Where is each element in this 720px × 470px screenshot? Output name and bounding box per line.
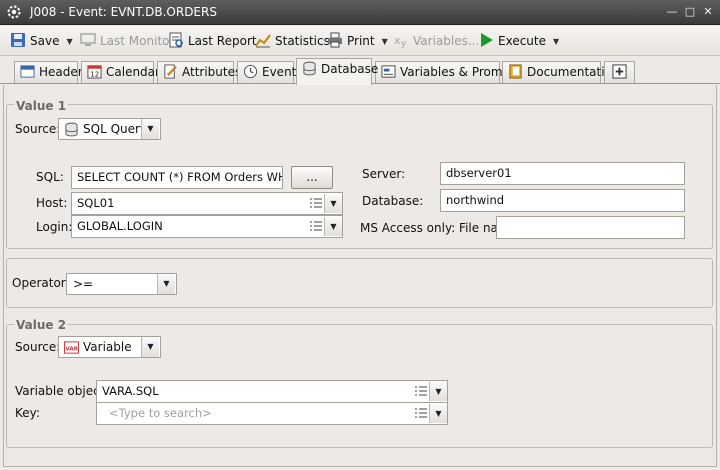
calendar-icon: 12 xyxy=(87,65,102,79)
printer-icon xyxy=(328,32,342,48)
variable-icon: VAR xyxy=(64,341,79,354)
database-icon xyxy=(65,122,78,137)
book-icon xyxy=(509,64,522,79)
clock-icon xyxy=(243,64,258,79)
chevron-down-icon[interactable]: ▼ xyxy=(382,32,388,52)
login-value: GLOBAL.LOGIN xyxy=(77,219,163,233)
last-monitor-button[interactable]: Last Monitor xyxy=(80,31,174,51)
operator-label: Operator: xyxy=(12,276,70,290)
login-combo[interactable]: GLOBAL.LOGIN ▼ xyxy=(71,215,343,238)
variables-button[interactable]: x y Variables... xyxy=(393,31,479,51)
tab-documentation[interactable]: Documentation xyxy=(502,61,620,83)
server-input[interactable]: dbserver01 xyxy=(440,162,685,185)
maximize-icon[interactable]: □ xyxy=(684,6,696,18)
variable-object-value: VARA.SQL xyxy=(102,384,159,398)
tab-event[interactable]: Event xyxy=(237,61,296,83)
plus-icon xyxy=(612,64,627,79)
svg-text:y: y xyxy=(401,39,407,48)
login-label: Login: xyxy=(36,220,73,234)
add-tab-button[interactable] xyxy=(604,61,635,83)
play-icon xyxy=(481,33,493,47)
ms-access-filename-input[interactable] xyxy=(496,216,685,239)
list-icon[interactable] xyxy=(310,220,322,232)
svg-text:VAR: VAR xyxy=(65,346,78,352)
value1-source-label: Source: xyxy=(15,122,61,136)
save-button[interactable]: Save ▼ xyxy=(10,31,73,51)
floppy-disk-icon xyxy=(11,33,25,47)
report-icon xyxy=(169,32,183,48)
sql-label: SQL: xyxy=(36,170,64,184)
window-title: J008 - Event: EVNT.DB.ORDERS xyxy=(30,5,217,19)
pencil-icon xyxy=(164,64,177,79)
list-icon[interactable] xyxy=(415,385,427,397)
close-icon[interactable]: ✕ xyxy=(702,6,714,18)
key-search-combo[interactable]: <Type to search> ▼ xyxy=(96,402,448,425)
chevron-down-icon[interactable]: ▼ xyxy=(324,194,342,213)
execute-button[interactable]: Execute ▼ xyxy=(478,31,559,51)
chart-icon xyxy=(255,34,271,48)
chevron-down-icon[interactable]: ▼ xyxy=(553,32,559,52)
host-label: Host: xyxy=(36,196,68,210)
chevron-down-icon[interactable]: ▼ xyxy=(429,382,447,401)
gear-icon xyxy=(7,5,21,19)
header-icon xyxy=(20,65,35,78)
svg-text:12: 12 xyxy=(90,70,99,79)
chevron-down-icon[interactable]: ▼ xyxy=(157,274,175,294)
value2-source-label: Source: xyxy=(15,340,61,354)
host-value: SQL01 xyxy=(77,196,115,210)
svg-text:x: x xyxy=(394,34,401,47)
list-icon[interactable] xyxy=(415,407,427,419)
key-label: Key: xyxy=(15,406,40,420)
database-input[interactable]: northwind xyxy=(440,189,685,212)
statistics-button[interactable]: Statistics xyxy=(255,31,330,51)
server-label: Server: xyxy=(362,167,406,181)
operator-select[interactable]: >= ▼ xyxy=(66,273,177,295)
value2-title: Value 2 xyxy=(14,318,69,332)
host-combo[interactable]: SQL01 ▼ xyxy=(71,192,343,215)
chevron-down-icon[interactable]: ▼ xyxy=(141,337,159,357)
chevron-down-icon[interactable]: ▼ xyxy=(324,217,342,236)
sql-edit-button[interactable]: ... xyxy=(291,166,333,189)
variables-icon: x y xyxy=(394,34,407,48)
minimize-icon[interactable]: — xyxy=(666,6,678,18)
variable-object-label: Variable object: xyxy=(15,384,109,398)
database-icon xyxy=(303,61,316,76)
chevron-down-icon[interactable]: ▼ xyxy=(429,404,447,423)
variables-prompts-icon xyxy=(381,65,396,78)
tab-database[interactable]: Database xyxy=(296,58,378,85)
database-label: Database: xyxy=(362,194,424,208)
print-button[interactable]: Print ▼ xyxy=(327,31,388,51)
value1-source-select[interactable]: SQL Query ▼ xyxy=(58,118,161,140)
tab-variables-prompts[interactable]: Variables & Prompts xyxy=(375,61,521,83)
tab-attributes[interactable]: Attributes xyxy=(157,61,241,83)
monitor-icon xyxy=(80,33,96,46)
sql-input[interactable]: SELECT COUNT (*) FROM Orders WHERE xyxy=(71,166,283,189)
toolbar: Save ▼ Last Monitor Last Report Statistic… xyxy=(0,26,720,56)
tab-calendar[interactable]: 12 Calendar xyxy=(81,61,160,83)
operator-value: >= xyxy=(73,277,94,291)
tab-header[interactable]: Header xyxy=(14,61,83,83)
value1-source-value: SQL Query xyxy=(83,122,148,136)
value1-title: Value 1 xyxy=(14,99,69,113)
last-report-button[interactable]: Last Report xyxy=(168,31,257,51)
key-placeholder: <Type to search> xyxy=(109,406,212,420)
chevron-down-icon[interactable]: ▼ xyxy=(141,119,159,139)
tab-strip: Header 12 Calendar Attributes Event Data… xyxy=(0,58,720,85)
title-bar: J008 - Event: EVNT.DB.ORDERS — □ ✕ xyxy=(0,0,720,25)
value2-source-select[interactable]: VAR Variable ▼ xyxy=(58,336,161,358)
variable-object-combo[interactable]: VARA.SQL ▼ xyxy=(96,380,448,403)
chevron-down-icon[interactable]: ▼ xyxy=(66,32,72,52)
value2-source-value: Variable xyxy=(83,340,132,354)
list-icon[interactable] xyxy=(310,197,322,209)
